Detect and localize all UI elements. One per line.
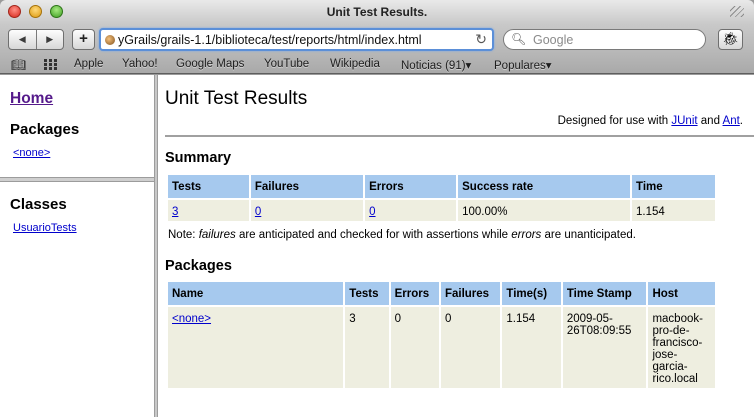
packages-section-heading: Packages	[165, 258, 232, 274]
ant-link[interactable]: Ant	[723, 115, 740, 127]
add-bookmark-button[interactable]: +	[72, 29, 95, 50]
packages-col-errors: Errors	[390, 282, 439, 305]
summary-col-tests: Tests	[168, 175, 249, 198]
host-line: macbook-	[652, 313, 703, 325]
packages-col-tests: Tests	[345, 282, 389, 305]
page-title: Unit Test Results	[165, 88, 308, 109]
debug-bug-button[interactable]: 🐞︎	[718, 29, 743, 50]
back-forward-group: ◀ ▶	[8, 29, 64, 50]
summary-col-errors: Errors	[365, 175, 457, 198]
summary-header-row: Tests Failures Errors Success rate Time	[168, 175, 715, 198]
bookmarks-book-icon[interactable]: 📖︎	[11, 58, 26, 72]
host-line: francisco-	[652, 337, 703, 349]
timestamp-line: 2009-05-	[566, 313, 613, 325]
packages-heading: Packages	[10, 121, 80, 138]
top-sites-grid-icon[interactable]	[44, 59, 57, 70]
browser-toolbar: ◀ ▶ + yGrails/grails-1.1/biblioteca/test…	[0, 24, 754, 56]
note-middle: are anticipated and checked for with ass…	[235, 229, 512, 241]
host-line: rico.local	[652, 373, 698, 385]
reload-icon[interactable]: ↻	[475, 31, 487, 48]
packages-col-failures: Failures	[440, 282, 501, 305]
summary-tests-link[interactable]: 3	[172, 206, 178, 218]
note-failures-word: failures	[198, 229, 236, 241]
frame-divider-horizontal[interactable]	[0, 177, 154, 182]
host-line: pro-de-	[652, 325, 690, 337]
summary-col-success-rate: Success rate	[458, 175, 631, 198]
bookmark-noticias-folder[interactable]: Noticias (91)▾	[401, 58, 471, 72]
classes-heading: Classes	[10, 196, 67, 213]
package-errors: 0	[390, 307, 439, 388]
summary-failures-link[interactable]: 0	[255, 206, 261, 218]
summary-heading: Summary	[165, 150, 232, 166]
timestamp-line: 26T08:09:55	[566, 325, 632, 337]
web-page: Home Packages <none> Classes UsuarioTest…	[0, 75, 754, 417]
note-suffix: are unanticipated.	[541, 229, 636, 241]
address-bar-url[interactable]: yGrails/grails-1.1/biblioteca/test/repor…	[118, 33, 422, 47]
bookmark-apple[interactable]: Apple	[74, 58, 103, 70]
search-icon: 🔍︎	[511, 32, 527, 46]
search-placeholder: Google	[533, 33, 574, 47]
bug-icon: 🐞︎	[722, 31, 739, 46]
bookmark-youtube[interactable]: YouTube	[264, 58, 309, 70]
designed-period: .	[739, 115, 743, 127]
window-titlebar: Unit Test Results.	[0, 0, 754, 24]
summary-errors-cell: 0	[365, 200, 457, 221]
forward-button[interactable]: ▶	[35, 30, 64, 49]
package-timestamp: 2009-05- 26T08:09:55	[562, 307, 647, 388]
summary-tests-cell: 3	[168, 200, 249, 221]
note-prefix: Note:	[168, 229, 199, 241]
frame-divider-vertical[interactable]	[154, 75, 158, 417]
package-link-none[interactable]: <none>	[13, 147, 50, 159]
header-rule	[165, 135, 754, 137]
packages-row: <none> 3 0 0 1.154 2009-05- 26T08:09:55 m…	[168, 307, 715, 388]
address-bar[interactable]: yGrails/grails-1.1/biblioteca/test/repor…	[99, 28, 494, 51]
main-frame: Unit Test Results Designed for use with …	[159, 75, 754, 417]
back-button[interactable]: ◀	[9, 30, 36, 49]
package-host: macbook-pro-de-francisco-jose-garcia-ric…	[648, 307, 715, 388]
packages-col-name: Name	[168, 282, 344, 305]
site-favicon-icon	[105, 35, 115, 45]
window-title: Unit Test Results.	[326, 5, 428, 19]
package-name-cell: <none>	[168, 307, 344, 388]
packages-col-time: Time(s)	[502, 282, 561, 305]
packages-header-row: Name Tests Errors Failures Time(s) Time …	[168, 282, 715, 305]
home-link[interactable]: Home	[10, 90, 53, 108]
packages-col-host: Host	[648, 282, 715, 305]
summary-row: 3 0 0 100.00% 1.154	[168, 200, 715, 221]
designed-and: and	[697, 115, 723, 127]
host-line: jose-	[652, 349, 678, 361]
left-frame: Home Packages <none> Classes UsuarioTest…	[0, 75, 154, 417]
bookmark-populares-folder[interactable]: Populares▾	[494, 58, 552, 72]
package-time: 1.154	[502, 307, 561, 388]
designed-for-line: Designed for use with JUnit and Ant.	[558, 115, 743, 127]
summary-note: Note: failures are anticipated and check…	[168, 229, 636, 241]
packages-table: Name Tests Errors Failures Time(s) Time …	[166, 280, 717, 390]
package-failures: 0	[440, 307, 501, 388]
package-name-link[interactable]: <none>	[172, 313, 211, 325]
forward-arrow-icon: ▶	[46, 34, 54, 44]
search-input[interactable]: 🔍︎ Google	[503, 29, 706, 50]
bookmark-google-maps[interactable]: Google Maps	[176, 58, 244, 70]
summary-time: 1.154	[632, 200, 715, 221]
summary-errors-link[interactable]: 0	[369, 206, 375, 218]
host-line: garcia-	[652, 361, 688, 373]
designed-prefix: Designed for use with	[557, 115, 672, 127]
bookmarks-bar: 📖︎ Apple Yahoo! Google Maps YouTube Wiki…	[0, 56, 754, 74]
toolbar-toggle-icon[interactable]	[730, 6, 744, 17]
bookmark-yahoo[interactable]: Yahoo!	[122, 58, 158, 70]
back-arrow-icon: ◀	[18, 34, 26, 44]
class-link-usuariotests[interactable]: UsuarioTests	[13, 222, 77, 234]
junit-link[interactable]: JUnit	[671, 115, 697, 127]
summary-col-time: Time	[632, 175, 715, 198]
note-errors-word: errors	[511, 229, 542, 241]
summary-col-failures: Failures	[250, 175, 364, 198]
summary-table: Tests Failures Errors Success rate Time …	[166, 173, 717, 223]
package-tests: 3	[345, 307, 389, 388]
summary-success-rate: 100.00%	[458, 200, 631, 221]
packages-col-timestamp: Time Stamp	[562, 282, 647, 305]
bookmark-wikipedia[interactable]: Wikipedia	[330, 58, 380, 70]
summary-failures-cell: 0	[250, 200, 364, 221]
